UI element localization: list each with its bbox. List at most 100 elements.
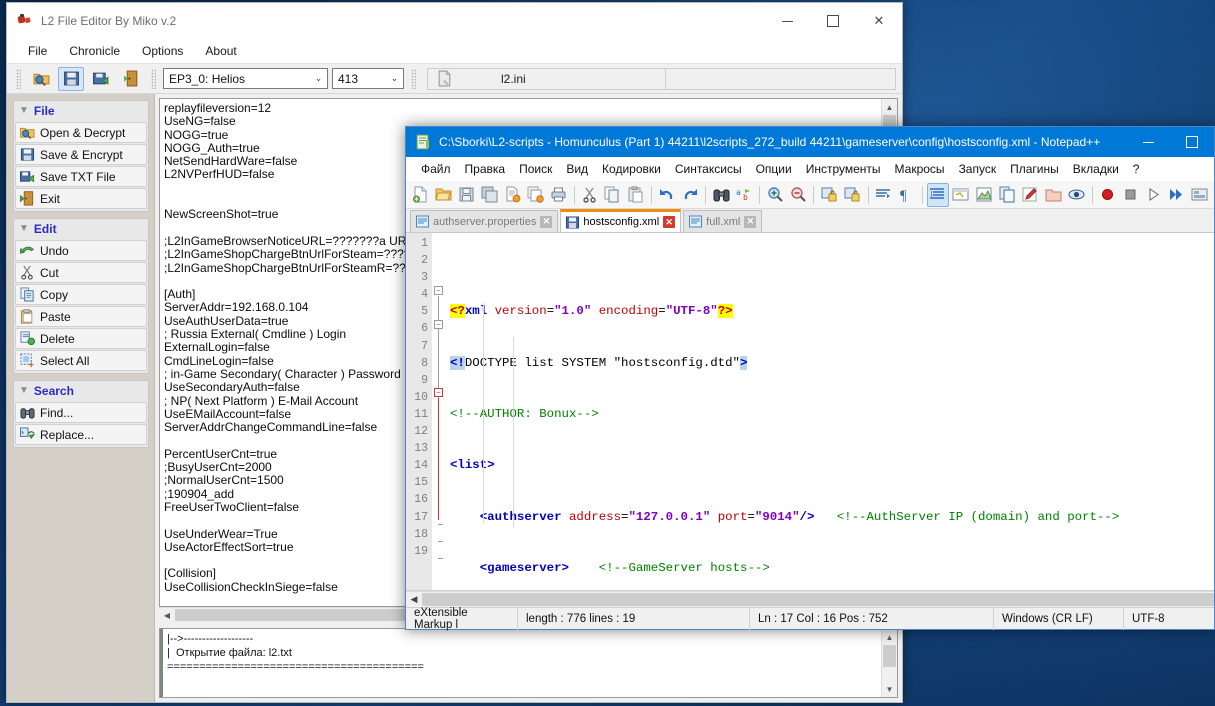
npp-menu-tools[interactable]: Инструменты [799, 159, 888, 179]
undo-icon[interactable] [656, 183, 678, 207]
npp-menu-window[interactable]: Вкладки [1066, 159, 1126, 179]
scroll-left-icon[interactable]: ◀ [159, 608, 175, 623]
sidebar-item-save-encrypt[interactable]: Save & Encrypt [15, 144, 147, 165]
open-decrypt-toolbar-button[interactable] [28, 67, 54, 91]
sidebar-item-exit[interactable]: Exit [15, 188, 147, 209]
folder-workspace-icon[interactable] [1042, 183, 1064, 207]
tab-full-xml[interactable]: full.xml ✕ [683, 210, 763, 232]
user-defined-dialog-icon[interactable] [950, 183, 972, 207]
show-all-chars-icon[interactable]: ¶ [896, 183, 918, 207]
indent-guideline-icon[interactable] [926, 182, 949, 207]
npp-menu-file[interactable]: Файл [414, 159, 458, 179]
sidebar-item-paste[interactable]: Paste [15, 306, 147, 327]
npp-menu-plugins[interactable]: Плагины [1003, 159, 1066, 179]
npp-menu-language[interactable]: Синтаксисы [668, 159, 749, 179]
macro-play-multiple-icon[interactable] [1166, 183, 1188, 207]
version-select[interactable]: 413 ⌄ [332, 68, 404, 89]
sidebar-group-edit-header[interactable]: ▼ Edit [15, 220, 147, 239]
scroll-up-icon[interactable]: ▲ [882, 99, 898, 115]
sidebar-item-open-decrypt[interactable]: Open & Decrypt [15, 122, 147, 143]
log-scroll-down-icon[interactable]: ▼ [882, 681, 898, 697]
fold-box-gameserver[interactable]: − [434, 320, 443, 329]
sidebar-group-file-header[interactable]: ▼ File [15, 102, 147, 121]
macro-stop-icon[interactable] [1120, 183, 1142, 207]
npp-menu-search[interactable]: Поиск [512, 159, 559, 179]
toolbar-grip-2[interactable] [151, 68, 156, 89]
npp-menu-edit[interactable]: Правка [458, 159, 513, 179]
sidebar-item-replace[interactable]: Replace... [15, 424, 147, 445]
macro-play-icon[interactable] [1143, 183, 1165, 207]
current-file-field[interactable]: l2.ini [427, 67, 896, 90]
toolbar-grip-3[interactable] [411, 68, 416, 89]
zoom-out-icon[interactable] [787, 183, 809, 207]
macro-save-icon[interactable] [1189, 183, 1211, 207]
print-icon[interactable] [548, 183, 570, 207]
toolbar-grip[interactable] [16, 68, 21, 89]
document-map-icon[interactable] [973, 183, 995, 207]
log-scroll-thumb[interactable] [883, 645, 896, 667]
new-file-icon[interactable] [409, 183, 431, 207]
save-txt-toolbar-button[interactable] [88, 67, 114, 91]
fold-box-host[interactable]: − [434, 388, 443, 397]
close-file-icon[interactable] [501, 183, 523, 207]
npp-menu-encoding[interactable]: Кодировки [595, 159, 668, 179]
l2-menu-chronicle[interactable]: Chronicle [58, 41, 131, 61]
tab-close-icon-2[interactable]: ✕ [663, 216, 676, 228]
zoom-in-icon[interactable] [764, 183, 786, 207]
npp-maximize-button[interactable] [1170, 127, 1214, 157]
tab-authserver-properties[interactable]: authserver.properties ✕ [410, 210, 559, 232]
sidebar-item-find[interactable]: Find... [15, 402, 147, 423]
npp-horizontal-scrollbar[interactable]: ◀ [406, 591, 1214, 607]
log-scroll-up-icon[interactable]: ▲ [882, 629, 898, 645]
tab-hostsconfig-xml[interactable]: hostsconfig.xml ✕ [560, 209, 682, 232]
pen-edit-icon[interactable] [1019, 183, 1041, 207]
redo-icon[interactable] [679, 183, 701, 207]
sidebar-item-cut[interactable]: Cut [15, 262, 147, 283]
open-file-icon[interactable] [432, 183, 454, 207]
npp-menu-macro[interactable]: Макросы [888, 159, 952, 179]
function-list-icon[interactable] [996, 183, 1018, 207]
sidebar-item-select-all[interactable]: Select All [15, 350, 147, 371]
find-binoculars-icon[interactable] [710, 183, 732, 207]
close-all-icon[interactable] [525, 183, 547, 207]
cut-icon[interactable] [579, 183, 601, 207]
save-all-icon[interactable] [478, 183, 500, 207]
code-folding-margin[interactable]: − − − [432, 233, 446, 590]
l2-minimize-button[interactable] [764, 3, 810, 39]
exit-toolbar-button[interactable] [118, 67, 144, 91]
chronicle-select[interactable]: EP3_0: Helios ⌄ [163, 68, 328, 89]
word-wrap-icon[interactable] [873, 183, 895, 207]
tab-close-icon-1[interactable]: ✕ [540, 215, 553, 228]
sidebar-item-copy[interactable]: Copy [15, 284, 147, 305]
l2-menu-about[interactable]: About [194, 41, 247, 61]
npp-menu-run[interactable]: Запуск [952, 159, 1004, 179]
l2-log-vertical-scrollbar[interactable]: ▲ ▼ [881, 629, 897, 697]
macro-record-icon[interactable] [1096, 183, 1118, 207]
sync-horizontal-lock-icon[interactable] [841, 183, 863, 207]
tab-close-icon-3[interactable]: ✕ [744, 215, 757, 228]
replace-icon[interactable]: ab [733, 183, 755, 207]
l2-menu-options[interactable]: Options [131, 41, 194, 61]
npp-menu-settings[interactable]: Опции [749, 159, 799, 179]
l2-menu-file[interactable]: File [17, 41, 58, 61]
npp-menu-help[interactable]: ? [1126, 159, 1147, 179]
sidebar-item-save-txt[interactable]: Save TXT File [15, 166, 147, 187]
save-encrypt-toolbar-button[interactable] [58, 66, 84, 91]
npp-editor[interactable]: 1 2 3 4 5 6 7 8 9 10 11 12 13 14 15 16 1… [406, 233, 1214, 590]
sync-vertical-lock-icon[interactable] [818, 183, 840, 207]
sidebar-group-search-header[interactable]: ▼ Search [15, 382, 147, 401]
sidebar-item-undo[interactable]: Undo [15, 240, 147, 261]
npp-menu-view[interactable]: Вид [559, 159, 595, 179]
npp-scroll-left-icon[interactable]: ◀ [406, 592, 422, 607]
npp-hscroll-thumb[interactable] [422, 593, 1214, 606]
npp-minimize-button[interactable] [1126, 127, 1170, 157]
preview-eye-icon[interactable] [1065, 183, 1087, 207]
l2-maximize-button[interactable] [810, 3, 856, 39]
l2-close-button[interactable]: ✕ [856, 3, 902, 39]
paste-icon[interactable] [625, 183, 647, 207]
save-icon[interactable] [455, 183, 477, 207]
fold-box-list[interactable]: − [434, 286, 443, 295]
copy-icon[interactable] [602, 183, 624, 207]
sidebar-item-delete[interactable]: Delete [15, 328, 147, 349]
xml-code-content[interactable]: <?xml version="1.0" encoding="UTF-8"?> <… [446, 233, 1214, 590]
